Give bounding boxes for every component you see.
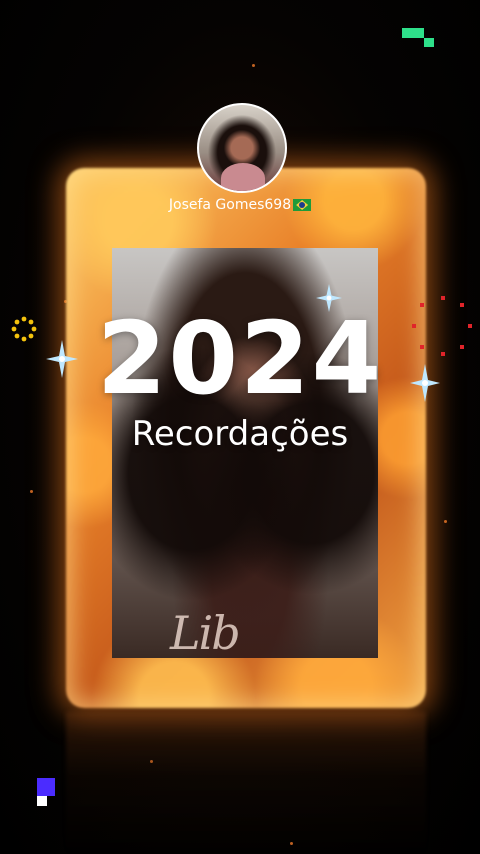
sparkle-icon (410, 364, 440, 402)
username-text: Josefa Gomes698 (168, 197, 292, 213)
recordacoes-subtitle: Recordações (131, 414, 349, 454)
white-pixel (37, 796, 47, 806)
blue-pixel (37, 778, 55, 796)
ember (252, 64, 255, 67)
brazil-flag-icon (293, 199, 312, 211)
red-dot-ring-icon (410, 294, 476, 364)
photo-overlay-text: Lib (170, 606, 241, 660)
sparkle-icon (316, 284, 342, 312)
floor-reflection (66, 712, 426, 854)
sparkle-icon (46, 340, 78, 378)
gold-dot-ring-icon (11, 316, 37, 346)
ember (30, 490, 33, 493)
profile-avatar[interactable] (197, 103, 287, 193)
story-canvas: Lib 2024 Recordações Josefa Gomes698 (0, 0, 480, 854)
avatar-figure (221, 163, 265, 191)
green-pixel (424, 38, 434, 47)
profile-username-line[interactable]: Josefa Gomes698 (0, 197, 480, 213)
ember (444, 520, 447, 523)
green-pixel (402, 28, 414, 38)
green-pixel (414, 28, 424, 38)
